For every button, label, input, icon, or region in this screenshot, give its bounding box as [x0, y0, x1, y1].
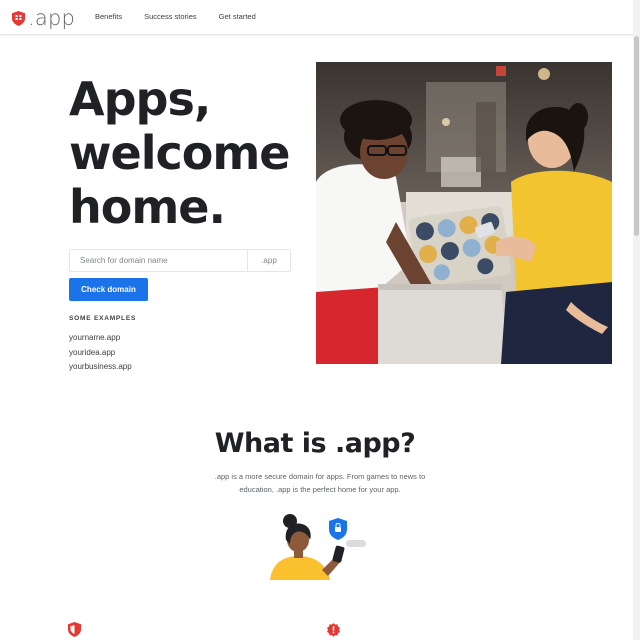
example-item: yourbusiness.app	[69, 362, 132, 371]
nav-benefits[interactable]: Benefits	[95, 12, 122, 21]
examples-list: yourname.app youridea.app yourbusiness.a…	[69, 333, 132, 377]
domain-search-input[interactable]	[70, 250, 247, 271]
logo-text: .app	[28, 6, 76, 30]
alert-badge-icon	[327, 623, 340, 637]
shield-feature-icon	[68, 622, 81, 637]
hero-title-line-3: home.	[69, 180, 226, 234]
check-domain-button[interactable]: Check domain	[69, 278, 148, 301]
hero-title-line-1: Apps,	[69, 72, 211, 126]
examples-heading: SOME EXAMPLES	[69, 315, 137, 322]
hero-title: Apps, welcome home.	[69, 72, 309, 234]
about-description: .app is a more secure domain for apps. F…	[214, 472, 426, 494]
domain-suffix-label: .app	[247, 250, 290, 271]
page-scrollbar[interactable]	[633, 0, 640, 640]
nav-success-stories[interactable]: Success stories	[144, 12, 197, 21]
example-item: youridea.app	[69, 347, 116, 357]
example-item: yourname.app	[69, 333, 121, 342]
top-nav: Benefits Success stories Get started	[95, 12, 278, 21]
site-header: .app Benefits Success stories Get starte…	[0, 0, 640, 35]
domain-search-box: .app	[69, 249, 291, 272]
person-phone-illustration	[270, 514, 366, 580]
app-logo[interactable]: .app	[12, 6, 75, 30]
scrollbar-thumb[interactable]	[634, 36, 639, 236]
nav-get-started[interactable]: Get started	[219, 12, 256, 21]
about-title: What is .app?	[214, 428, 416, 459]
hero-photo	[316, 62, 612, 364]
shield-logo-icon	[12, 10, 25, 26]
hero-title-line-2: welcome	[69, 126, 290, 180]
